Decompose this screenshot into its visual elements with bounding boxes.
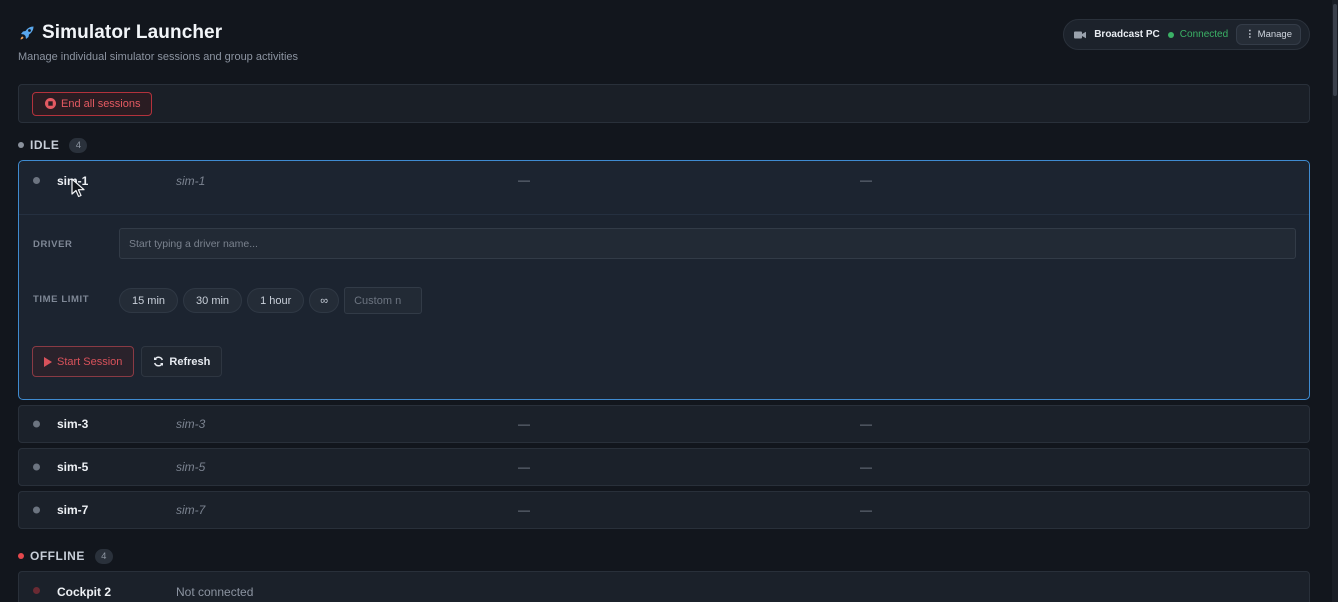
play-icon	[44, 356, 52, 367]
scrollbar-thumb[interactable]	[1333, 4, 1337, 96]
sim-id: sim-3	[176, 417, 206, 431]
stop-circle-icon	[45, 98, 56, 109]
time-limit-options: 15 min 30 min 1 hour ∞	[119, 287, 423, 314]
connection-status-text: Connected	[1179, 29, 1229, 40]
section-label: OFFLINE	[30, 549, 85, 563]
sim-row[interactable]: sim-3 sim-3 — —	[18, 405, 1310, 443]
sim-status-dot	[33, 506, 40, 514]
page-subtitle: Manage individual simulator sessions and…	[18, 51, 299, 63]
driver-label: DRIVER	[33, 239, 73, 250]
more-vertical-icon: ⋮	[1245, 29, 1255, 40]
end-all-sessions-button[interactable]: End all sessions	[32, 91, 152, 116]
sim-id: sim-7	[176, 503, 206, 517]
sim-name: sim-5	[57, 460, 89, 474]
refresh-button[interactable]: Refresh	[141, 346, 223, 377]
divider	[19, 214, 1309, 215]
connection-status: Connected	[1167, 29, 1229, 40]
refresh-icon	[153, 356, 164, 367]
broadcast-pc-status: Broadcast PC Connected ⋮ Manage	[1063, 19, 1310, 50]
status-dot	[1167, 31, 1174, 38]
sim-card-expanded: sim-1 sim-1 — — DRIVER TIME LIMIT 15 min…	[18, 160, 1310, 400]
section-header-idle: IDLE 4	[18, 137, 1310, 153]
sim-name: sim-7	[57, 503, 89, 517]
start-session-label: Start Session	[57, 355, 123, 368]
sim-row[interactable]: sim-5 sim-5 — —	[18, 448, 1310, 486]
sim-name: sim-3	[57, 417, 89, 431]
sim-time-value: —	[860, 460, 872, 474]
start-session-button[interactable]: Start Session	[32, 346, 135, 377]
end-all-sessions-label: End all sessions	[61, 97, 141, 110]
section-count-badge: 4	[69, 137, 88, 153]
session-toolbar: End all sessions	[18, 84, 1310, 123]
sim-driver-value: —	[518, 460, 530, 474]
sim-name: Cockpit 2	[57, 585, 112, 599]
sim-status-dot	[33, 420, 40, 428]
manage-button[interactable]: ⋮ Manage	[1236, 24, 1301, 45]
broadcast-pc-name: Broadcast PC	[1094, 29, 1160, 40]
custom-minutes-input[interactable]	[344, 287, 423, 314]
sim-status-dot	[33, 587, 40, 594]
time-option-15-min[interactable]: 15 min	[119, 288, 179, 313]
driver-name-input[interactable]	[119, 228, 1296, 259]
sim-status-dot	[33, 177, 40, 184]
manage-button-label: Manage	[1257, 29, 1292, 40]
sim-id: sim-5	[176, 460, 206, 474]
sim-row[interactable]: sim-7 sim-7 — —	[18, 491, 1310, 529]
time-option-unlimited[interactable]: ∞	[309, 288, 340, 313]
sim-status-dot	[33, 463, 40, 471]
rocket-icon	[18, 24, 36, 42]
section-count-badge: 4	[94, 548, 113, 564]
time-option-30-min[interactable]: 30 min	[183, 288, 243, 313]
sim-connection-status: Not connected	[176, 585, 254, 599]
time-limit-label: TIME LIMIT	[33, 294, 90, 305]
sim-driver-value: —	[518, 173, 530, 187]
page-header: Simulator Launcher Manage individual sim…	[18, 0, 1310, 84]
sim-row-offline[interactable]: Cockpit 2 Not connected	[18, 571, 1310, 602]
page-title: Simulator Launcher	[42, 22, 223, 43]
video-camera-icon	[1074, 30, 1087, 40]
offline-status-dot	[18, 553, 24, 559]
page-scrollbar[interactable]	[1332, 0, 1338, 602]
title-row: Simulator Launcher	[18, 22, 222, 44]
refresh-label: Refresh	[169, 355, 211, 368]
section-header-offline: OFFLINE 4	[18, 548, 1310, 564]
sim-id: sim-1	[176, 174, 206, 188]
sim-driver-value: —	[518, 417, 530, 431]
sim-time-value: —	[860, 417, 872, 431]
sim-driver-value: —	[518, 503, 530, 517]
time-option-1-hour[interactable]: 1 hour	[247, 288, 305, 313]
sim-actions: Start Session Refresh	[32, 346, 223, 377]
mouse-cursor-icon	[71, 178, 85, 198]
sim-row-header[interactable]: sim-1 sim-1 — —	[19, 161, 1309, 199]
section-label: IDLE	[30, 138, 60, 152]
sim-time-value: —	[860, 173, 872, 187]
sim-time-value: —	[860, 503, 872, 517]
idle-status-dot	[18, 142, 24, 148]
simulator-launcher-page: Simulator Launcher Manage individual sim…	[0, 0, 1338, 602]
